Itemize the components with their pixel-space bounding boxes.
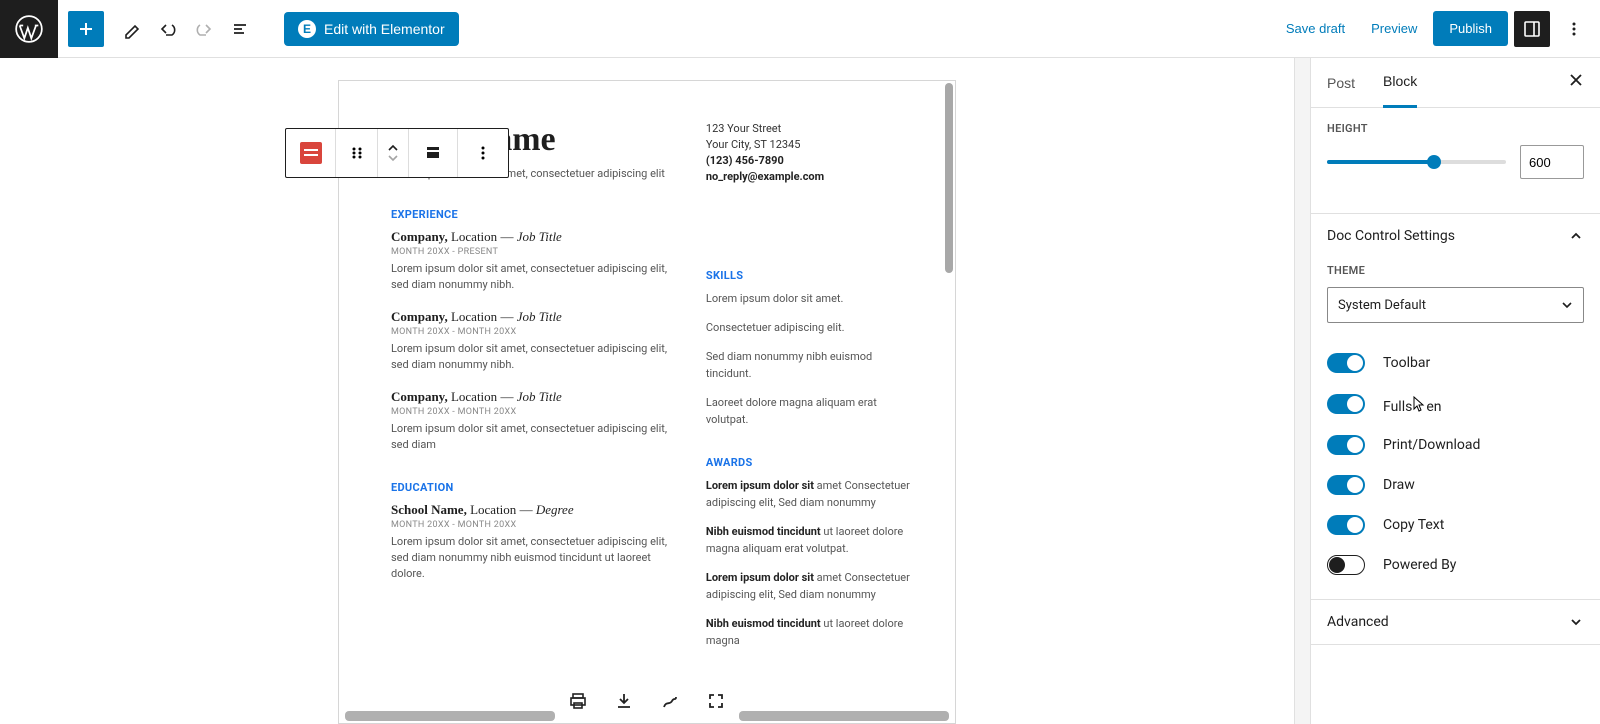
- editor-canvas[interactable]: Your Name Lorem ipsum dolor sit amet, co…: [0, 58, 1294, 724]
- cursor-icon: [1412, 395, 1426, 413]
- kebab-icon: [1564, 19, 1584, 39]
- align-icon: [423, 143, 443, 163]
- close-icon: [1568, 72, 1584, 88]
- section-experience: EXPERIENCE: [391, 208, 668, 221]
- tab-block[interactable]: Block: [1383, 58, 1417, 108]
- sidebar-settings-button[interactable]: [1514, 11, 1550, 47]
- chevron-up-icon: [1568, 228, 1584, 244]
- wordpress-logo[interactable]: [0, 0, 58, 58]
- pencil-icon: [122, 19, 142, 39]
- chevron-down-icon: [386, 153, 400, 163]
- drag-icon: [348, 144, 366, 162]
- height-slider[interactable]: [1327, 160, 1506, 164]
- fullscreen-button[interactable]: [705, 690, 727, 712]
- download-icon: [614, 691, 634, 711]
- canvas-scrollbar[interactable]: [1294, 58, 1310, 724]
- doc-control-section[interactable]: Doc Control Settings: [1311, 213, 1600, 258]
- edit-elementor-label: Edit with Elementor: [324, 21, 445, 37]
- list-icon: [230, 19, 250, 39]
- edit-with-elementor-button[interactable]: E Edit with Elementor: [284, 12, 459, 46]
- redo-icon: [194, 19, 214, 39]
- print-button[interactable]: [567, 690, 589, 712]
- draw-button[interactable]: [659, 690, 681, 712]
- kebab-icon: [473, 143, 493, 163]
- doc-bottom-toolbar: [339, 681, 955, 721]
- chevron-down-icon: [1568, 614, 1584, 630]
- section-awards: AWARDS: [706, 456, 911, 469]
- options-button[interactable]: [1556, 11, 1592, 47]
- theme-select[interactable]: System Default: [1327, 287, 1584, 323]
- close-settings-button[interactable]: [1568, 72, 1584, 93]
- undo-icon: [158, 19, 178, 39]
- chevron-up-icon: [386, 143, 400, 153]
- height-input[interactable]: [1520, 145, 1584, 179]
- publish-button[interactable]: Publish: [1433, 11, 1508, 46]
- block-toolbar: [285, 128, 509, 178]
- add-block-button[interactable]: [68, 11, 104, 47]
- fullscreen-icon: [706, 691, 726, 711]
- preview-button[interactable]: Preview: [1361, 13, 1427, 44]
- settings-panel: Post Block HEIGHT Doc Control Settings T…: [1310, 58, 1600, 724]
- job-entry: Company, Location — Job Title MONTH 20XX…: [391, 389, 668, 453]
- document-overview-button[interactable]: [222, 11, 258, 47]
- toggle-print[interactable]: [1327, 435, 1365, 455]
- contact-info: 123 Your Street Your City, ST 12345 (123…: [706, 121, 911, 185]
- job-entry: Company, Location — Job Title MONTH 20XX…: [391, 229, 668, 293]
- editor-topbar: E Edit with Elementor Save draft Preview…: [0, 0, 1600, 58]
- redo-button[interactable]: [186, 11, 222, 47]
- block-more-button[interactable]: [458, 129, 508, 177]
- education-entry: School Name, Location — Degree MONTH 20X…: [391, 502, 668, 582]
- toggle-fullscreen[interactable]: [1327, 394, 1365, 414]
- toggle-toolbar[interactable]: [1327, 353, 1365, 373]
- toggle-draw[interactable]: [1327, 475, 1365, 495]
- undo-button[interactable]: [150, 11, 186, 47]
- align-button[interactable]: [408, 129, 458, 177]
- pdf-block-icon: [300, 142, 322, 164]
- section-education: EDUCATION: [391, 481, 668, 494]
- height-label: HEIGHT: [1327, 122, 1584, 135]
- draw-icon: [660, 691, 680, 711]
- toggle-poweredby[interactable]: [1327, 555, 1365, 575]
- plus-icon: [76, 19, 96, 39]
- theme-label: THEME: [1327, 264, 1584, 277]
- advanced-section[interactable]: Advanced: [1311, 599, 1600, 645]
- edit-tool-button[interactable]: [114, 11, 150, 47]
- block-type-button[interactable]: [286, 129, 336, 177]
- download-button[interactable]: [613, 690, 635, 712]
- save-draft-button[interactable]: Save draft: [1276, 13, 1355, 44]
- job-entry: Company, Location — Job Title MONTH 20XX…: [391, 309, 668, 373]
- drag-handle[interactable]: [336, 129, 378, 177]
- elementor-icon: E: [298, 20, 316, 38]
- doc-scrollbar-vertical[interactable]: [945, 83, 953, 273]
- section-skills: SKILLS: [706, 269, 911, 282]
- toggle-copytext[interactable]: [1327, 515, 1365, 535]
- chevron-down-icon: [1561, 299, 1573, 311]
- panel-icon: [1522, 19, 1542, 39]
- move-up-down[interactable]: [378, 129, 408, 177]
- tab-post[interactable]: Post: [1327, 59, 1355, 107]
- print-icon: [568, 691, 588, 711]
